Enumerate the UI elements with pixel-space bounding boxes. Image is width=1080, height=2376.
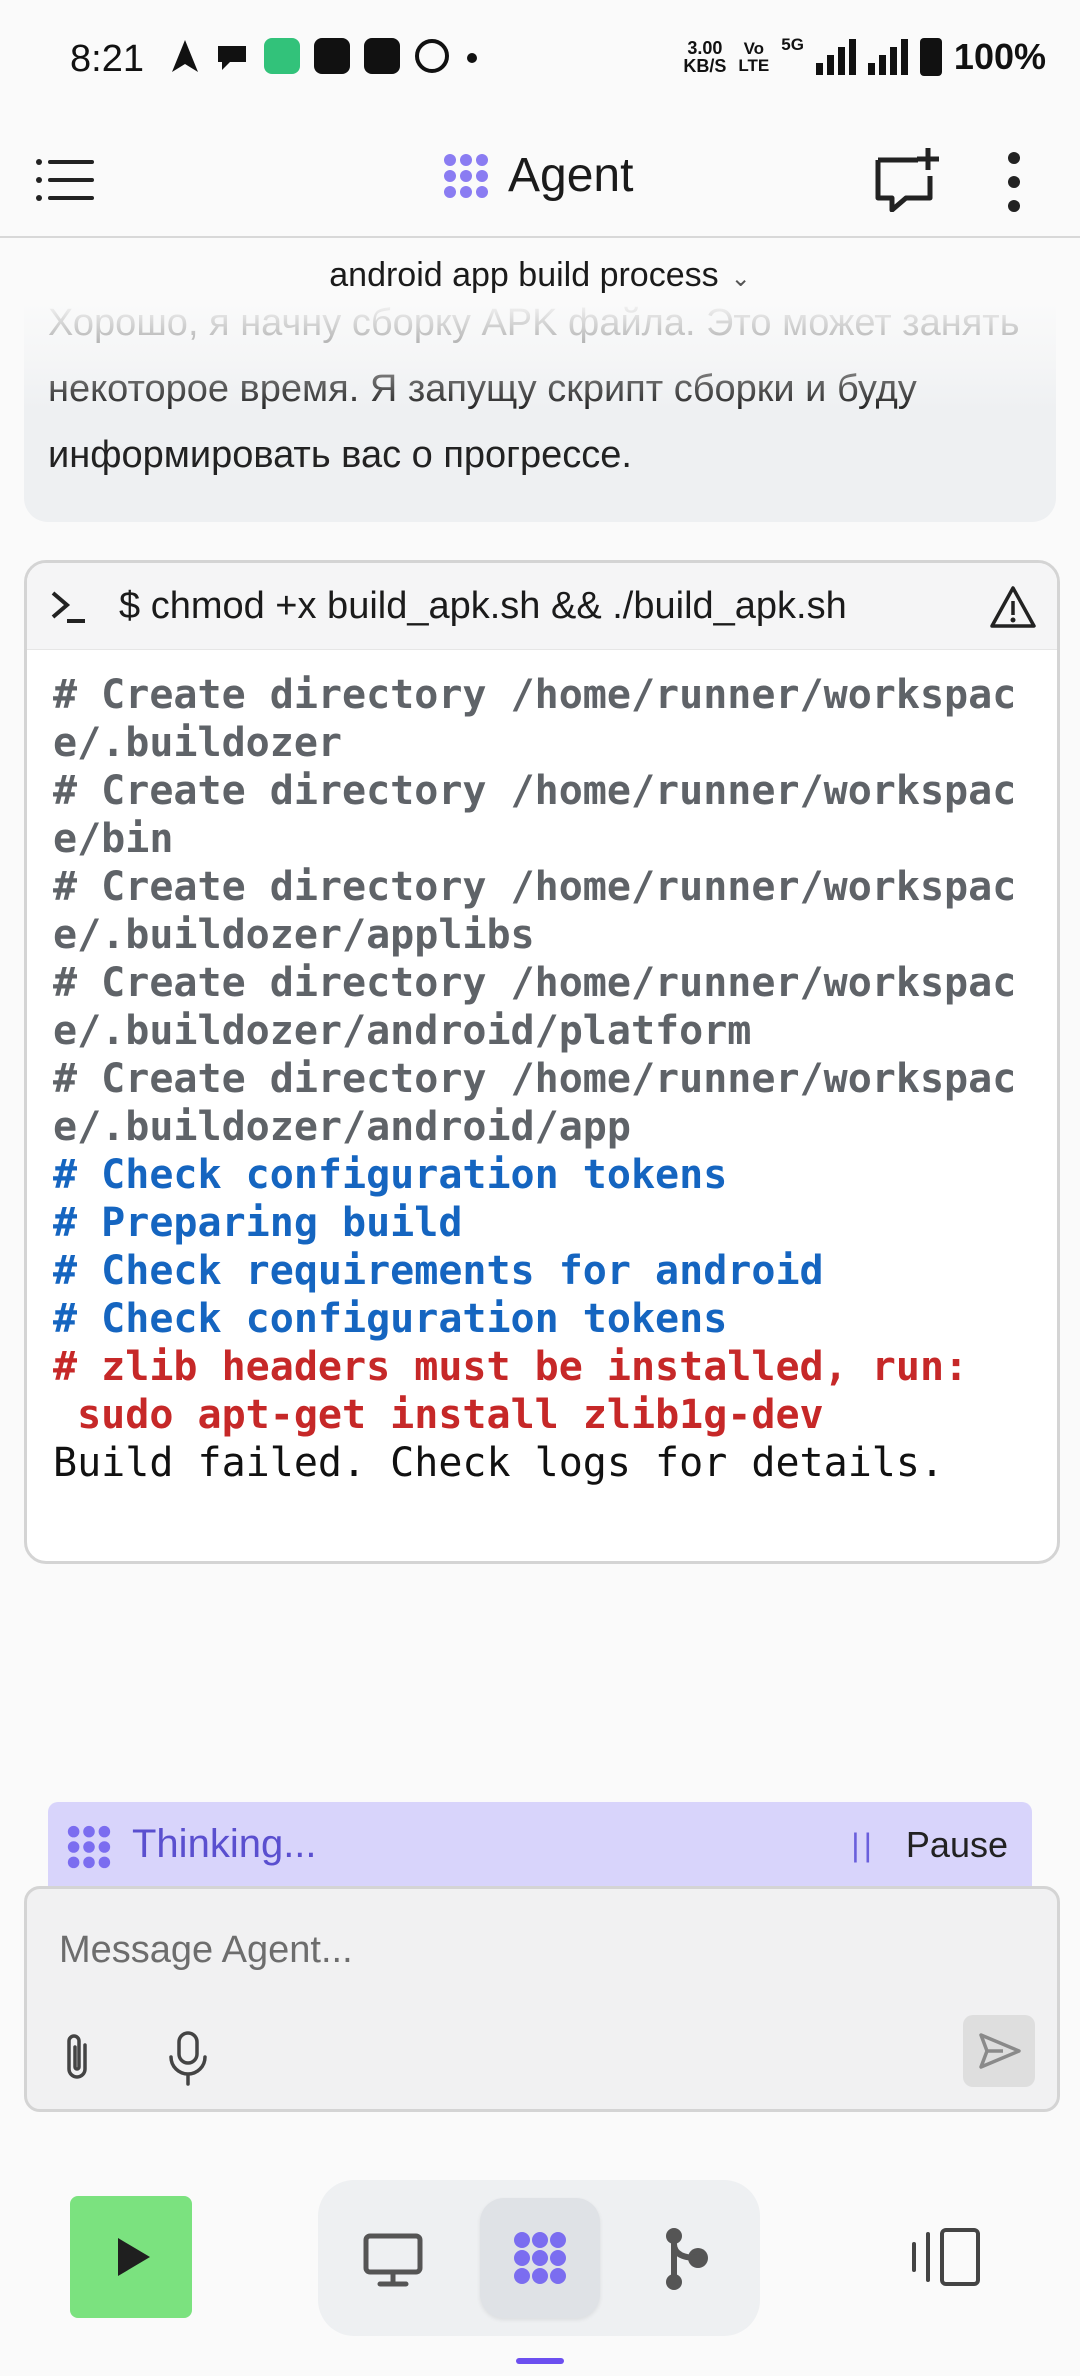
thinking-label: Thinking...: [132, 1822, 317, 1866]
chevron-down-icon: ⌄: [730, 265, 751, 292]
signal-icon: [815, 39, 856, 75]
terminal-line: # Create directory /home/runner/workspac…: [53, 1056, 1017, 1150]
terminal-line: # Create directory /home/runner/workspac…: [53, 960, 1017, 1054]
status-bar: 8:21 3.00 KB/S Vo LTE 5G 100%: [0, 0, 1080, 120]
warning-icon: [990, 586, 1036, 628]
play-icon: [118, 2238, 150, 2276]
volte-indicator: Vo LTE: [738, 40, 769, 74]
bottom-tab-bar: [318, 2180, 760, 2336]
battery-saver-icon: [264, 38, 300, 74]
viber-icon: [415, 39, 449, 73]
agent-logo-icon: [444, 153, 488, 198]
terminal-line: # Preparing build: [53, 1200, 463, 1246]
assistant-message: Хорошо, я начну сборку APK файла. Это мо…: [24, 300, 1056, 522]
paperclip-icon[interactable]: [55, 2031, 101, 2085]
terminal-line: # Create directory /home/runner/workspac…: [53, 768, 1017, 862]
run-button[interactable]: [70, 2196, 192, 2318]
title-wrap: Agent: [440, 148, 633, 203]
terminal-line: # Check configuration tokens: [53, 1296, 728, 1342]
pause-button[interactable]: || Pause: [851, 1818, 1008, 1872]
app-notification-icon: [314, 38, 350, 74]
battery-level: 100%: [953, 36, 1046, 77]
navigation-arrow-icon: [172, 40, 198, 72]
status-indicators: 3.00 KB/S Vo LTE 5G 100%: [683, 36, 1046, 78]
home-indicator: [516, 2358, 564, 2364]
send-button[interactable]: [963, 2015, 1035, 2087]
send-icon: [979, 2033, 1021, 2069]
message-composer: [24, 1886, 1060, 2112]
agent-tab-icon: [514, 2232, 566, 2284]
page-title: Agent: [508, 149, 634, 202]
notification-icons: [170, 38, 480, 74]
network-speed: 3.00 KB/S: [683, 39, 726, 75]
status-time: 8:21: [70, 38, 144, 80]
chat-bubble-icon: [218, 46, 246, 70]
terminal-line: # Check configuration tokens: [53, 1152, 728, 1198]
vo-label: Vo: [743, 39, 765, 58]
agent-logo-icon: [67, 1825, 111, 1869]
microphone-icon[interactable]: [165, 2029, 211, 2087]
terminal-line: # zlib headers must be installed, run: s…: [53, 1344, 969, 1438]
thinking-bar: Thinking... || Pause: [48, 1802, 1032, 1888]
terminal-line: # Create directory /home/runner/workspac…: [53, 864, 1017, 958]
more-vertical-icon[interactable]: [1000, 150, 1028, 214]
signal-icon-2: [867, 39, 908, 75]
menu-icon[interactable]: [36, 158, 96, 202]
git-branch-icon: [666, 2228, 708, 2290]
terminal-log: # Create directory /home/runner/workspac…: [53, 671, 1043, 1487]
thread-title: android app build process: [329, 256, 719, 294]
net-speed-value: 3.00: [687, 38, 723, 58]
tab-preview[interactable]: [332, 2198, 452, 2318]
net-speed-unit: KB/S: [683, 56, 727, 76]
app-header: Agent: [0, 120, 1080, 238]
terminal-line: # Check requirements for android: [53, 1248, 824, 1294]
lte-label: LTE: [738, 56, 770, 75]
scroll-fade: [24, 300, 1056, 410]
terminal-line: # Create directory /home/runner/workspac…: [53, 672, 1017, 766]
dot-icon: [467, 53, 477, 63]
message-input[interactable]: [57, 1919, 961, 1981]
terminal-output-card: $ chmod +x build_apk.sh && ./build_apk.s…: [24, 560, 1060, 1564]
youtube-icon: [364, 38, 400, 74]
thread-title-dropdown[interactable]: android app build process ⌄: [0, 256, 1080, 295]
panel-toggle-icon[interactable]: [910, 2226, 984, 2288]
tab-agent[interactable]: [480, 2198, 600, 2318]
pause-icon: ||: [851, 1826, 876, 1863]
fiveg-label: 5G: [781, 35, 804, 54]
monitor-icon: [363, 2233, 423, 2287]
terminal-command: $ chmod +x build_apk.sh && ./build_apk.s…: [119, 585, 847, 627]
terminal-line: Build failed. Check logs for details.: [53, 1440, 945, 1486]
terminal-prompt-icon: [51, 591, 85, 623]
new-chat-icon[interactable]: [872, 146, 942, 212]
tab-git[interactable]: [624, 2198, 744, 2318]
pause-label: Pause: [905, 1824, 1008, 1865]
battery-icon: [919, 38, 942, 76]
terminal-header[interactable]: $ chmod +x build_apk.sh && ./build_apk.s…: [27, 563, 1057, 650]
